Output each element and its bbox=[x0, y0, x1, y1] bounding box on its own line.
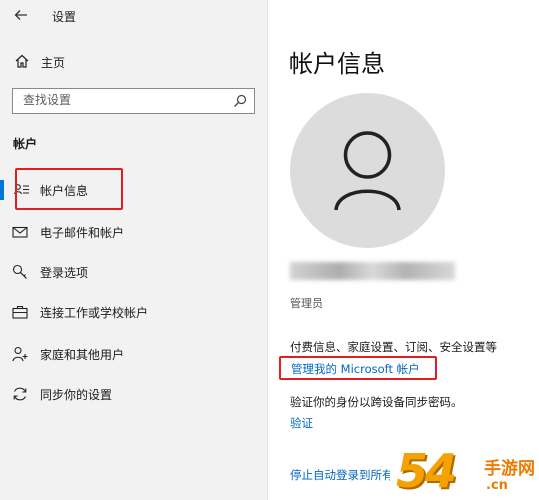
watermark-domain: .cn bbox=[486, 478, 508, 493]
sidebar-item-label: 家庭和其他用户 bbox=[40, 348, 125, 362]
sidebar-item-family-users[interactable]: 家庭和其他用户 bbox=[0, 336, 268, 370]
stop-auto-signin-link[interactable]: 停止自动登录到所有 bbox=[290, 467, 390, 483]
billing-info-text: 付费信息、家庭设置、订阅、安全设置等 bbox=[290, 340, 497, 354]
sidebar-item-label: 同步你的设置 bbox=[40, 388, 113, 402]
sidebar-item-label: 登录选项 bbox=[40, 266, 89, 280]
sidebar-item-label: 电子邮件和帐户 bbox=[40, 226, 125, 240]
site-watermark-logo: 54 手游网 .cn bbox=[396, 444, 539, 500]
highlight-box-manage-link bbox=[279, 356, 437, 380]
sidebar: 设置 主页 帐户 帐户信息 电子邮件和帐户 bbox=[0, 0, 268, 500]
home-icon bbox=[15, 54, 29, 68]
key-icon bbox=[12, 264, 27, 279]
page-title: 帐户信息 bbox=[289, 50, 385, 78]
person-add-icon bbox=[12, 346, 28, 362]
app-title: 设置 bbox=[52, 10, 77, 24]
active-indicator bbox=[0, 180, 4, 200]
section-title: 帐户 bbox=[13, 137, 38, 151]
verify-description: 验证你的身份以跨设备同步密码。 bbox=[290, 395, 463, 409]
person-icon bbox=[334, 131, 401, 211]
verify-link[interactable]: 验证 bbox=[290, 415, 313, 431]
sidebar-item-email-accounts[interactable]: 电子邮件和帐户 bbox=[0, 214, 268, 248]
watermark-cn: 手游网 bbox=[484, 459, 535, 479]
mail-icon bbox=[12, 226, 28, 238]
sync-icon bbox=[13, 387, 27, 401]
sidebar-item-sync-settings[interactable]: 同步你的设置 bbox=[0, 376, 268, 410]
sidebar-item-label: 连接工作或学校帐户 bbox=[40, 306, 149, 320]
search-input[interactable] bbox=[23, 93, 223, 107]
blurred-user-name bbox=[290, 262, 455, 280]
search-icon[interactable] bbox=[233, 94, 247, 108]
watermark-digits: 54 bbox=[396, 444, 457, 498]
avatar bbox=[290, 93, 445, 248]
briefcase-icon bbox=[12, 305, 28, 319]
highlight-box-account-info bbox=[15, 168, 123, 210]
account-role: 管理员 bbox=[290, 297, 323, 310]
sidebar-item-signin-options[interactable]: 登录选项 bbox=[0, 254, 268, 288]
back-arrow-icon bbox=[14, 10, 27, 20]
sidebar-item-work-school[interactable]: 连接工作或学校帐户 bbox=[0, 294, 268, 328]
title-bar: 设置 bbox=[0, 0, 268, 32]
home-label: 主页 bbox=[41, 56, 66, 70]
back-button[interactable] bbox=[10, 5, 32, 25]
search-box[interactable] bbox=[12, 88, 255, 114]
home-nav-item[interactable]: 主页 bbox=[0, 48, 268, 76]
